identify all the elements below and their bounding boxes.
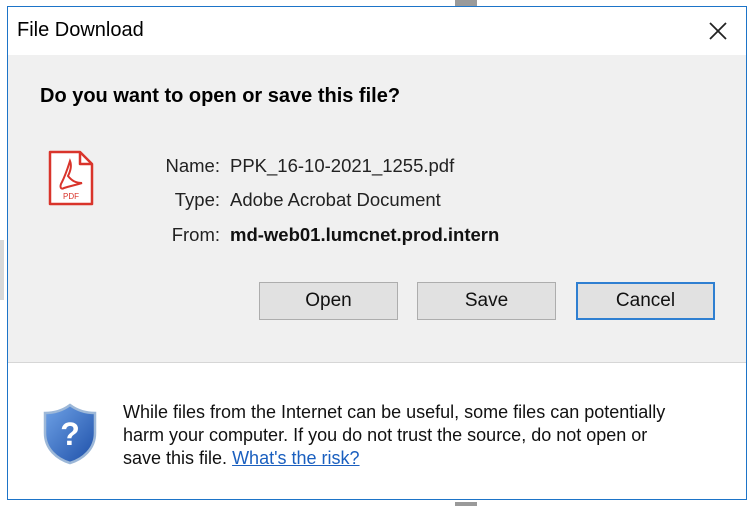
open-button[interactable]: Open [259, 282, 398, 320]
file-download-dialog: File Download Do you want to open or sav… [7, 6, 747, 500]
file-type-value: Adobe Acrobat Document [230, 189, 441, 210]
warning-line-2: harm your computer. If you do not trust … [123, 425, 648, 445]
warning-line-1: While files from the Internet can be use… [123, 402, 666, 422]
close-icon [709, 22, 727, 40]
dialog-title: File Download [17, 19, 144, 41]
dialog-question: Do you want to open or save this file? [40, 85, 401, 107]
pdf-file-icon-label: PDF [63, 192, 79, 201]
cancel-button[interactable]: Cancel [576, 282, 715, 320]
security-warning-text: While files from the Internet can be use… [123, 401, 733, 470]
save-button[interactable]: Save [417, 282, 556, 320]
background-window-edge-bottom [455, 502, 477, 506]
shield-question-icon: ? [43, 403, 97, 465]
warning-line-3: save this file. What's the risk? [123, 447, 733, 470]
file-type-row: Type: Adobe Acrobat Document [146, 189, 441, 211]
type-label: Type: [174, 189, 220, 210]
title-bar[interactable]: File Download [8, 7, 746, 55]
pdf-file-icon: PDF [48, 150, 94, 206]
file-source-row: From: md-web01.lumcnet.prod.intern [146, 224, 500, 246]
file-name-row: Name: PPK_16-10-2021_1255.pdf [146, 155, 455, 177]
background-window-edge-left [0, 240, 4, 300]
close-button[interactable] [690, 7, 746, 55]
name-label: Name: [165, 155, 221, 176]
warning-line-3-text: save this file. [123, 448, 228, 468]
from-label: From: [171, 224, 220, 245]
svg-text:?: ? [60, 416, 80, 452]
file-source-value: md-web01.lumcnet.prod.intern [230, 224, 500, 245]
whats-the-risk-link[interactable]: What's the risk? [232, 448, 359, 468]
file-name-value: PPK_16-10-2021_1255.pdf [230, 155, 455, 176]
warning-footer: ? While files from the Internet can be u… [8, 362, 746, 499]
